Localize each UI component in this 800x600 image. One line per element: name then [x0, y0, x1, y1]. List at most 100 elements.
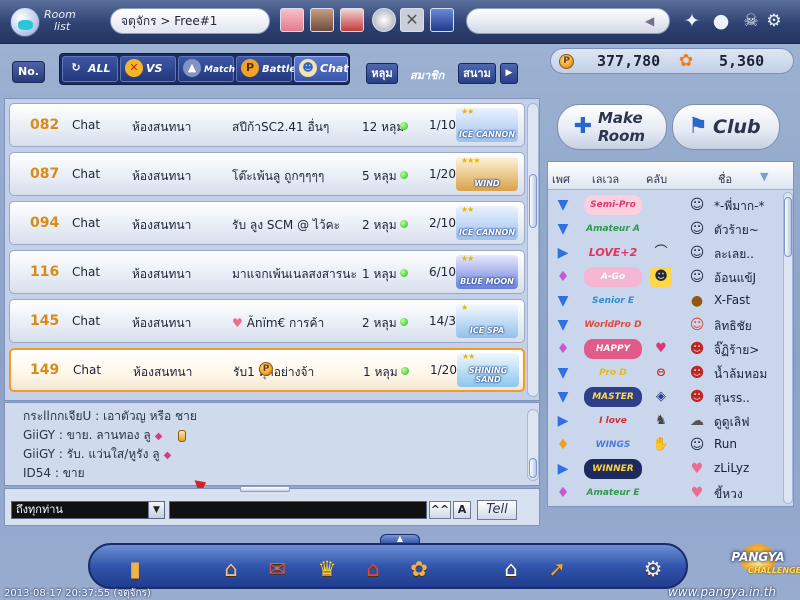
room-row[interactable]: 087 Chat ห้องสนทนา โต๊ะเพ้นลู ถูกๆๆๆๆ 5 … [9, 152, 525, 196]
status-dot-icon [400, 318, 408, 326]
room-title: ♥ Ãnïm€ การค้า [232, 314, 360, 333]
user-name: ตัวร้าย~ [714, 223, 759, 237]
sort-course-button[interactable]: สนาม [458, 63, 496, 84]
user-row[interactable]: ♦ HAPPY ♥ ☻ จิ๊ฏิร้าย> [548, 337, 784, 361]
course-name: WIND [474, 179, 500, 188]
breadcrumb: จตุจักร > Free#1 [110, 8, 270, 34]
avatar[interactable] [340, 8, 364, 32]
mailbox-icon[interactable]: ⌂ [358, 555, 388, 583]
close-icon[interactable]: ✕ [400, 8, 424, 32]
website-url: www.pangya.in.th [668, 585, 777, 599]
sparkle-icon[interactable]: ✦ [680, 9, 704, 33]
header-name[interactable]: ชื่อ [718, 170, 732, 188]
skull-icon[interactable]: ☠ [739, 9, 763, 33]
gear-icon[interactable]: ⚙ [762, 9, 786, 33]
user-row[interactable]: ▶ WINNER ♥ zLiLyz [548, 457, 784, 481]
user-rank-badge: I love [599, 416, 627, 426]
room-title-text: Ãnïm€ การค้า [246, 316, 325, 330]
volume-icon[interactable]: ◀ [645, 14, 659, 28]
avatar[interactable] [280, 8, 304, 32]
chat-log: กระllกกเจียU : เอาตัวญ หรือ ชาย GiiGY : … [4, 402, 540, 486]
room-row[interactable]: 082 Chat ห้องสนทนา สปีก้าSC2.41 อื่นๆ 12… [9, 103, 525, 147]
user-row[interactable]: ▶ I love ♞ ☁ ดูดูเลิฟ [548, 409, 784, 433]
scroll-thumb[interactable] [529, 458, 537, 478]
room-row[interactable]: 145 Chat ห้องสนทนา ♥ Ãnïm€ การค้า 2 หลุม … [9, 299, 525, 343]
scroll-thumb[interactable] [529, 174, 537, 228]
next-page-button[interactable]: ▶ [500, 63, 518, 84]
header-gender[interactable]: เพศ [552, 170, 570, 188]
bottom-dock: ▮ ⌂ ✉ ♛ ⌂ ✿ ⌂ ➚ ⚙ [88, 543, 688, 589]
chat-message-text: กระllกกเจียU : เอาตัวญ หรือ ชาย [23, 409, 197, 423]
user-row[interactable]: ▼ Amateur A ☺ ตัวร้าย~ [548, 217, 784, 241]
user-status-icon: ▶ [557, 245, 569, 261]
avatar[interactable] [310, 8, 334, 32]
room-filter-tabs: ↻ ALL ✕ VS ▲ Match P Battle ☻ Chat [59, 53, 350, 85]
user-row[interactable]: ▼ Senior E ● X-Fast [548, 289, 784, 313]
tab-vs[interactable]: ✕ VS [120, 56, 176, 82]
room-row[interactable]: 094 Chat ห้องสนทนา รับ ลูง SCM @ ไว้คะ 2… [9, 201, 525, 245]
status-dot-icon [400, 171, 408, 179]
user-row[interactable]: ♦ WINGS ✋ ☺ Run [548, 433, 784, 457]
font-size-button[interactable]: ^^ [429, 501, 451, 519]
tell-button[interactable]: Tell [477, 500, 517, 520]
chat-message: กระllกกเจียU : เอาตัวญ หรือ ชาย [23, 407, 197, 426]
chat-input[interactable] [169, 501, 427, 519]
cat-icon: ♞ [655, 413, 667, 428]
chevron-down-icon[interactable]: ▼ [760, 170, 768, 183]
course-thumbnail: ★★ SHINING SAND [457, 353, 519, 387]
user-name: ละเลย.. [714, 247, 754, 261]
refresh-icon: ↻ [71, 61, 81, 74]
tab-battle[interactable]: P Battle [236, 56, 296, 82]
avatar[interactable] [430, 8, 454, 32]
room-list-button[interactable]: Room list [4, 3, 86, 39]
header-club[interactable]: คลับ [646, 170, 667, 188]
user-list-scrollbar[interactable] [783, 192, 793, 504]
door-icon[interactable]: ▮ [120, 555, 150, 583]
home-arrow-icon[interactable]: ➚ [542, 555, 572, 583]
user-row[interactable]: ♦ A-Go ☻ ☺ อ้อนแข้J [548, 265, 784, 289]
gift-icon[interactable]: ✉ [262, 555, 292, 583]
user-rank-badge: Senior E [592, 296, 634, 306]
search-input[interactable]: ◀ [466, 8, 670, 34]
user-rank-badge: WorldPro D [584, 320, 642, 330]
tab-all[interactable]: ↻ ALL [62, 56, 118, 82]
make-room-label: Make Room [598, 109, 646, 145]
user-name: ขี้หวง [714, 487, 743, 501]
tab-match[interactable]: ▲ Match [178, 56, 235, 82]
room-mode: Chat [72, 265, 101, 279]
shop-icon[interactable]: ⌂ [216, 555, 246, 583]
room-holes: 1 หลุม [363, 365, 398, 379]
user-row[interactable]: ▶ LOVE+2 ⌒ ☺ ละเลย.. [548, 241, 784, 265]
avatar[interactable] [372, 8, 396, 32]
room-row-selected[interactable]: 149 Chat ห้องสนทนา รับ1 ทุกอย่างจ้า P 1 … [9, 348, 525, 392]
chat-target-select[interactable]: ถึงทุกท่าน ▼ [11, 501, 165, 519]
user-name: Run [714, 437, 738, 451]
user-row[interactable]: ▼ MASTER ◈ ☻ สุนรs.. [548, 385, 784, 409]
user-row[interactable]: ▼ Semi-Pro ☺ *-พี่มาก-* [548, 193, 784, 217]
trophy-icon[interactable]: ♛ [312, 555, 342, 583]
smile-icon: ☻ [650, 267, 672, 287]
sort-number-button[interactable]: No. [12, 61, 45, 83]
chat-bubble-icon[interactable]: ● [709, 9, 733, 33]
course-thumbnail: ★★ ICE CANNON [456, 108, 518, 142]
font-style-button[interactable]: A [453, 501, 471, 519]
scroll-thumb[interactable] [784, 197, 792, 257]
chat-scrollbar[interactable] [527, 409, 539, 481]
make-room-button[interactable]: ✚ Make Room [557, 104, 667, 150]
settings-icon[interactable]: ⚙ [638, 555, 668, 583]
chevron-down-icon[interactable]: ▼ [148, 502, 164, 518]
tab-chat[interactable]: ☻ Chat [294, 56, 349, 82]
user-row[interactable]: ♦ Amateur E ♥ ขี้หวง [548, 481, 784, 505]
sort-hole-button[interactable]: หลุม [366, 63, 398, 84]
difficulty-stars-icon: ★★★ [461, 157, 480, 165]
user-row[interactable]: ▼ Pro D ꙫ ☻ น้ำล้มหอม [548, 361, 784, 385]
cookie-icon[interactable]: ✿ [404, 555, 434, 583]
room-row[interactable]: 116 Chat ห้องสนทนา มาแจกเพ้นเนลสงสารนะ 1… [9, 250, 525, 294]
room-list-scrollbar[interactable] [527, 103, 539, 397]
user-row[interactable]: ▼ WorldPro D ☺ ลิทธิชัย [548, 313, 784, 337]
sort-member-label[interactable]: สมาชิก [410, 66, 444, 84]
club-button[interactable]: ⚑ Club [672, 104, 780, 150]
house-icon[interactable]: ⌂ [496, 555, 526, 583]
header-level[interactable]: เลเวล [592, 170, 619, 188]
resize-grip[interactable] [240, 486, 290, 492]
